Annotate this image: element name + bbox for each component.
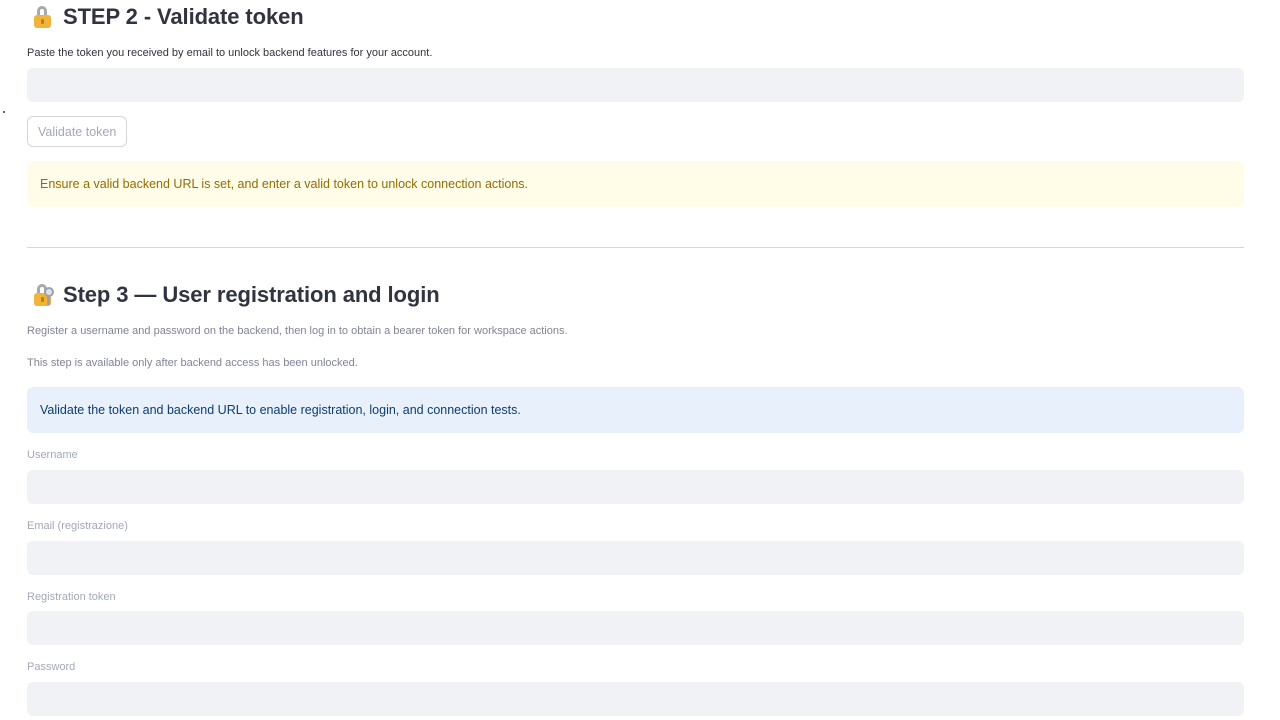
token-input[interactable] [27,68,1244,102]
lock-with-key-icon [31,283,55,307]
validate-token-button[interactable]: Validate token [27,116,128,147]
stray-dot [3,111,5,113]
lock-icon [31,5,55,29]
info-alert: Validate the token and backend URL to en… [27,387,1244,433]
step3-description: Register a username and password on the … [27,325,568,337]
page: STEP 2 - Validate token Paste the token … [0,0,1280,720]
warning-alert-text: Ensure a valid backend URL is set, and e… [40,177,529,191]
section-divider [27,247,1244,248]
warning-alert: Ensure a valid backend URL is set, and e… [27,161,1244,207]
registration-token-label: Registration token [27,591,116,603]
step2-description: Paste the token you received by email to… [27,47,433,59]
info-alert-text: Validate the token and backend URL to en… [40,403,521,417]
email-label: Email (registrazione) [27,520,128,532]
step3-title: Step 3 — User registration and login [63,282,440,307]
step3-heading: Step 3 — User registration and login [31,282,440,308]
step2-heading: STEP 2 - Validate token [31,4,304,30]
username-input[interactable] [27,470,1244,504]
registration-token-input[interactable] [27,611,1244,645]
email-input[interactable] [27,541,1244,575]
step3-availability-note: This step is available only after backen… [27,357,358,369]
step2-title: STEP 2 - Validate token [63,4,304,29]
username-label: Username [27,449,78,461]
password-input[interactable] [27,682,1244,716]
password-label: Password [27,661,76,673]
